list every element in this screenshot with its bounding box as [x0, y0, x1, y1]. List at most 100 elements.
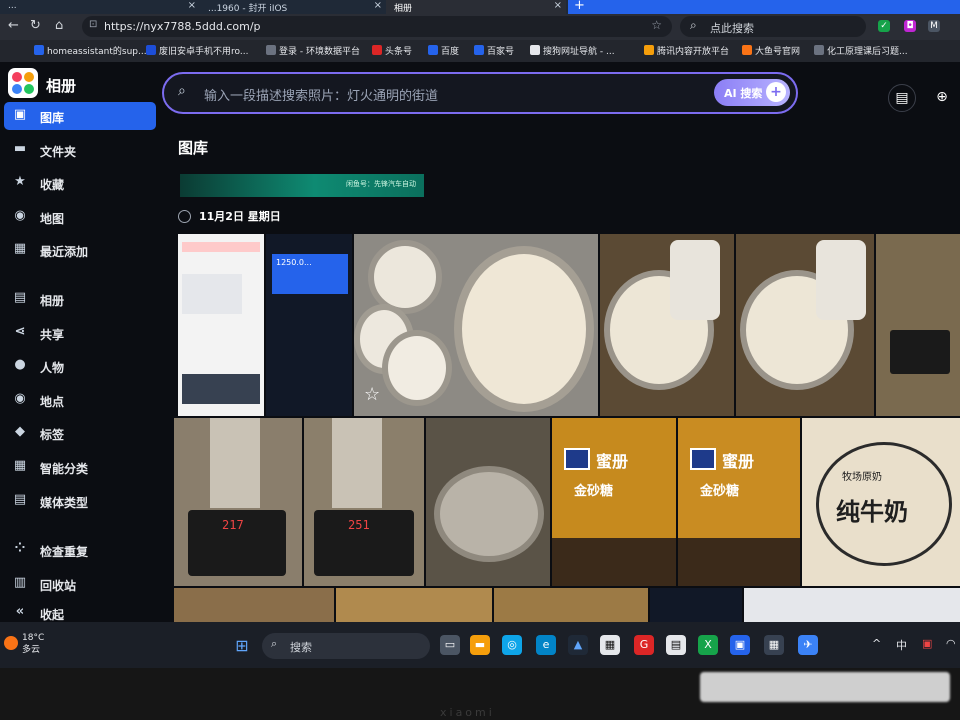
shield-extension-icon[interactable]: ✓	[878, 20, 890, 32]
lock-icon: ⊡	[89, 19, 98, 30]
photo-tile[interactable]	[736, 234, 874, 416]
photo-tile[interactable]	[650, 588, 742, 622]
bookmark-item[interactable]: 登录 - 环境数据平台	[266, 44, 360, 57]
task-view-icon[interactable]: ▭	[440, 635, 460, 655]
bookmark-item[interactable]: homeassistant的sup...	[34, 44, 147, 57]
sidebar-item-10[interactable]: ▦ 智能分类	[4, 453, 156, 481]
weather-desc: 多云	[22, 645, 41, 655]
app-icon[interactable]: G	[634, 635, 654, 655]
app-icon[interactable]: ▣	[730, 635, 750, 655]
sidebar-item-1[interactable]: ▬ 文件夹	[4, 136, 156, 164]
sparkle-plus-icon: +	[766, 82, 786, 102]
photo-tile[interactable]	[876, 234, 960, 416]
sidebar-item-label: 图库	[40, 111, 65, 125]
edge-icon[interactable]: e	[536, 635, 556, 655]
logo-icon	[690, 448, 716, 470]
sidebar-item-13[interactable]: ▥ 回收站	[4, 570, 156, 598]
milk-sub: 牧场原奶	[842, 472, 882, 483]
url-input[interactable]: ⊡ https://nyx7788.5ddd.com/p ☆	[82, 16, 672, 37]
tray-app-icon[interactable]: ▣	[922, 637, 932, 650]
close-icon[interactable]: ×	[188, 0, 196, 11]
taskbar-search[interactable]: ⌕ 搜索	[262, 633, 430, 659]
tab-album[interactable]: 相册 ×	[386, 0, 566, 14]
machine-body	[210, 418, 260, 508]
bowl	[382, 330, 452, 406]
bookmark-item[interactable]: 废旧安卓手机不用ro...	[146, 44, 248, 57]
machine-body	[332, 418, 382, 508]
input-language[interactable]: 中	[896, 637, 907, 653]
photo-tile[interactable]: 蜜册 金砂糖	[552, 418, 676, 586]
reload-icon[interactable]: ↻	[30, 18, 41, 33]
bookmark-item[interactable]: 大鱼号官网	[742, 44, 800, 57]
upload-icon[interactable]: ▤	[888, 84, 916, 112]
browser-search-input[interactable]: ⌕ 点此搜索	[680, 16, 866, 37]
bookmark-item[interactable]: 腾讯内容开放平台	[644, 44, 729, 57]
bookmark-item[interactable]: 化工原理课后习题...	[814, 44, 908, 57]
screen: ... × ...1960 - 封开 iIOS × 相册 × + ← ↻ ⌂ ⊡ ht…	[0, 0, 960, 668]
bookmark-item[interactable]: 头条号	[372, 44, 412, 57]
ai-search-button[interactable]: AI 搜索 +	[714, 79, 790, 106]
close-icon[interactable]: ×	[554, 0, 562, 11]
sidebar-item-8[interactable]: ◉ 地点	[4, 386, 156, 414]
sidebar-item-0[interactable]: ▣ 图库	[4, 102, 156, 130]
close-icon[interactable]: ×	[374, 0, 382, 11]
excel-icon[interactable]: X	[698, 635, 718, 655]
calendar-icon: ▦	[13, 241, 27, 256]
banner-photo[interactable]: 闲鱼号：先锋汽车自动	[180, 174, 424, 197]
select-circle-icon[interactable]	[178, 210, 191, 223]
photo-tile[interactable]: 1250.0...	[266, 234, 352, 416]
app-icon[interactable]: ▲	[568, 635, 588, 655]
photo-tile[interactable]	[336, 588, 492, 622]
sidebar-item-11[interactable]: ▤ 媒体类型	[4, 487, 156, 515]
back-icon[interactable]: ←	[8, 18, 19, 33]
display-panel: 251	[314, 510, 414, 576]
photo-tile[interactable]	[174, 588, 334, 622]
folder-icon: ▬	[13, 141, 27, 156]
photo-tile[interactable]	[494, 588, 648, 622]
favorite-star-icon[interactable]: ☆	[364, 384, 380, 405]
photo-tile[interactable]: 217	[174, 418, 302, 586]
sidebar-item-12[interactable]: ⁘ 检查重复	[4, 536, 156, 564]
start-icon[interactable]: ⊞	[232, 636, 252, 656]
photo-tile[interactable]	[178, 234, 264, 416]
tray-chevron-icon[interactable]: ^	[872, 637, 881, 650]
calculator-icon[interactable]: ▦	[600, 635, 620, 655]
sidebar-item-3[interactable]: ◉ 地图	[4, 203, 156, 231]
tab-1[interactable]: ... ×	[0, 0, 200, 14]
star-icon: ★	[14, 174, 26, 189]
photo-tile[interactable]: 251	[304, 418, 424, 586]
extension-icon[interactable]: ◘	[904, 20, 916, 32]
photo-tile[interactable]: ☆	[354, 234, 598, 416]
add-icon[interactable]: ⊕	[928, 84, 956, 112]
photo-tile[interactable]: 纯牛奶 牧场原奶	[802, 418, 960, 586]
photo-tile[interactable]: 蜜册 金砂糖	[678, 418, 800, 586]
photo-tile[interactable]	[426, 418, 550, 586]
weather-temp: 18°C	[22, 633, 45, 643]
sidebar-item-4[interactable]: ▦ 最近添加	[4, 236, 156, 264]
sidebar-item-7[interactable]: ● 人物	[4, 352, 156, 380]
ai-search-label: AI 搜索	[724, 87, 763, 100]
tab-2[interactable]: ...1960 - 封开 iIOS ×	[200, 0, 386, 14]
bookmark-item[interactable]: 百度	[428, 44, 459, 57]
ai-search-input[interactable]: ⌕ 输入一段描述搜索照片：灯火通明的街道 AI 搜索 +	[162, 72, 798, 114]
app-icon[interactable]: ◎	[502, 635, 522, 655]
photo-tile[interactable]	[744, 588, 960, 622]
wifi-icon[interactable]: ◠	[946, 637, 956, 650]
tab-label: 相册	[394, 4, 413, 14]
profile-icon[interactable]: M	[928, 20, 940, 32]
sidebar-item-2[interactable]: ★ 收藏	[4, 169, 156, 197]
app-icon[interactable]: ▦	[764, 635, 784, 655]
photo-tile[interactable]	[600, 234, 734, 416]
store-icon[interactable]: ▤	[666, 635, 686, 655]
bookmark-item[interactable]: 搜狗网址导航 - ...	[530, 44, 615, 57]
app-card: 1250.0...	[272, 254, 348, 294]
sidebar-item-6[interactable]: ⋖ 共享	[4, 319, 156, 347]
date-group-header[interactable]: 11月2日 星期日	[178, 208, 281, 224]
sidebar-item-5[interactable]: ▤ 相册	[4, 285, 156, 313]
file-explorer-icon[interactable]: ▬	[470, 635, 490, 655]
sidebar-item-9[interactable]: ◆ 标签	[4, 419, 156, 447]
bookmark-star-icon[interactable]: ☆	[651, 18, 662, 32]
home-icon[interactable]: ⌂	[55, 18, 63, 33]
app-icon[interactable]: ✈	[798, 635, 818, 655]
bookmark-item[interactable]: 百家号	[474, 44, 514, 57]
